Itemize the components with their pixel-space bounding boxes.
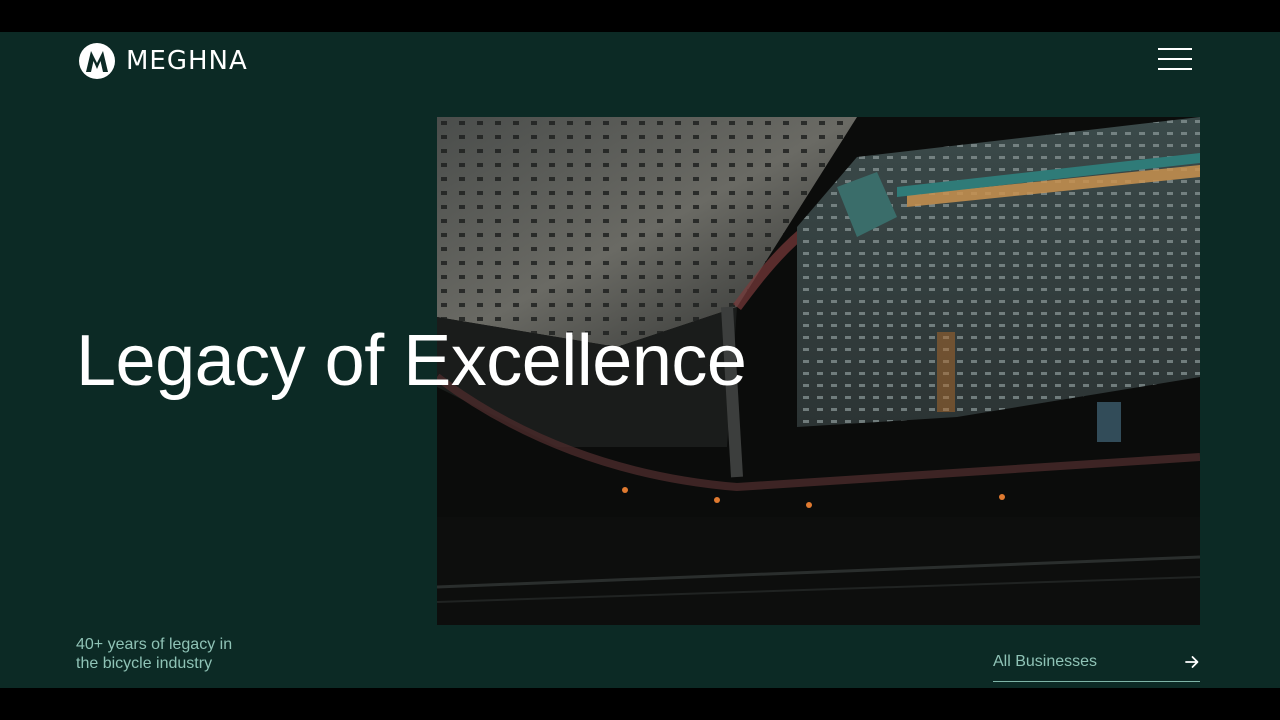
arrow-right-icon [1185,656,1199,668]
hamburger-menu-icon[interactable] [1158,48,1194,72]
hero-title: Legacy of Excellence [76,321,747,401]
brand-logo[interactable]: MEGHNA [78,42,248,80]
hero-tagline: 40+ years of legacy in the bicycle indus… [76,636,233,672]
all-businesses-label: All Businesses [993,653,1098,670]
m-monogram-icon [79,43,115,79]
brand-name: MEGHNA [126,46,248,76]
all-businesses-link[interactable]: All Businesses [993,652,1200,682]
site-header: MEGHNA [0,32,1280,92]
page: MEGHNA Legacy of Excellence 40+ years of… [0,32,1280,688]
